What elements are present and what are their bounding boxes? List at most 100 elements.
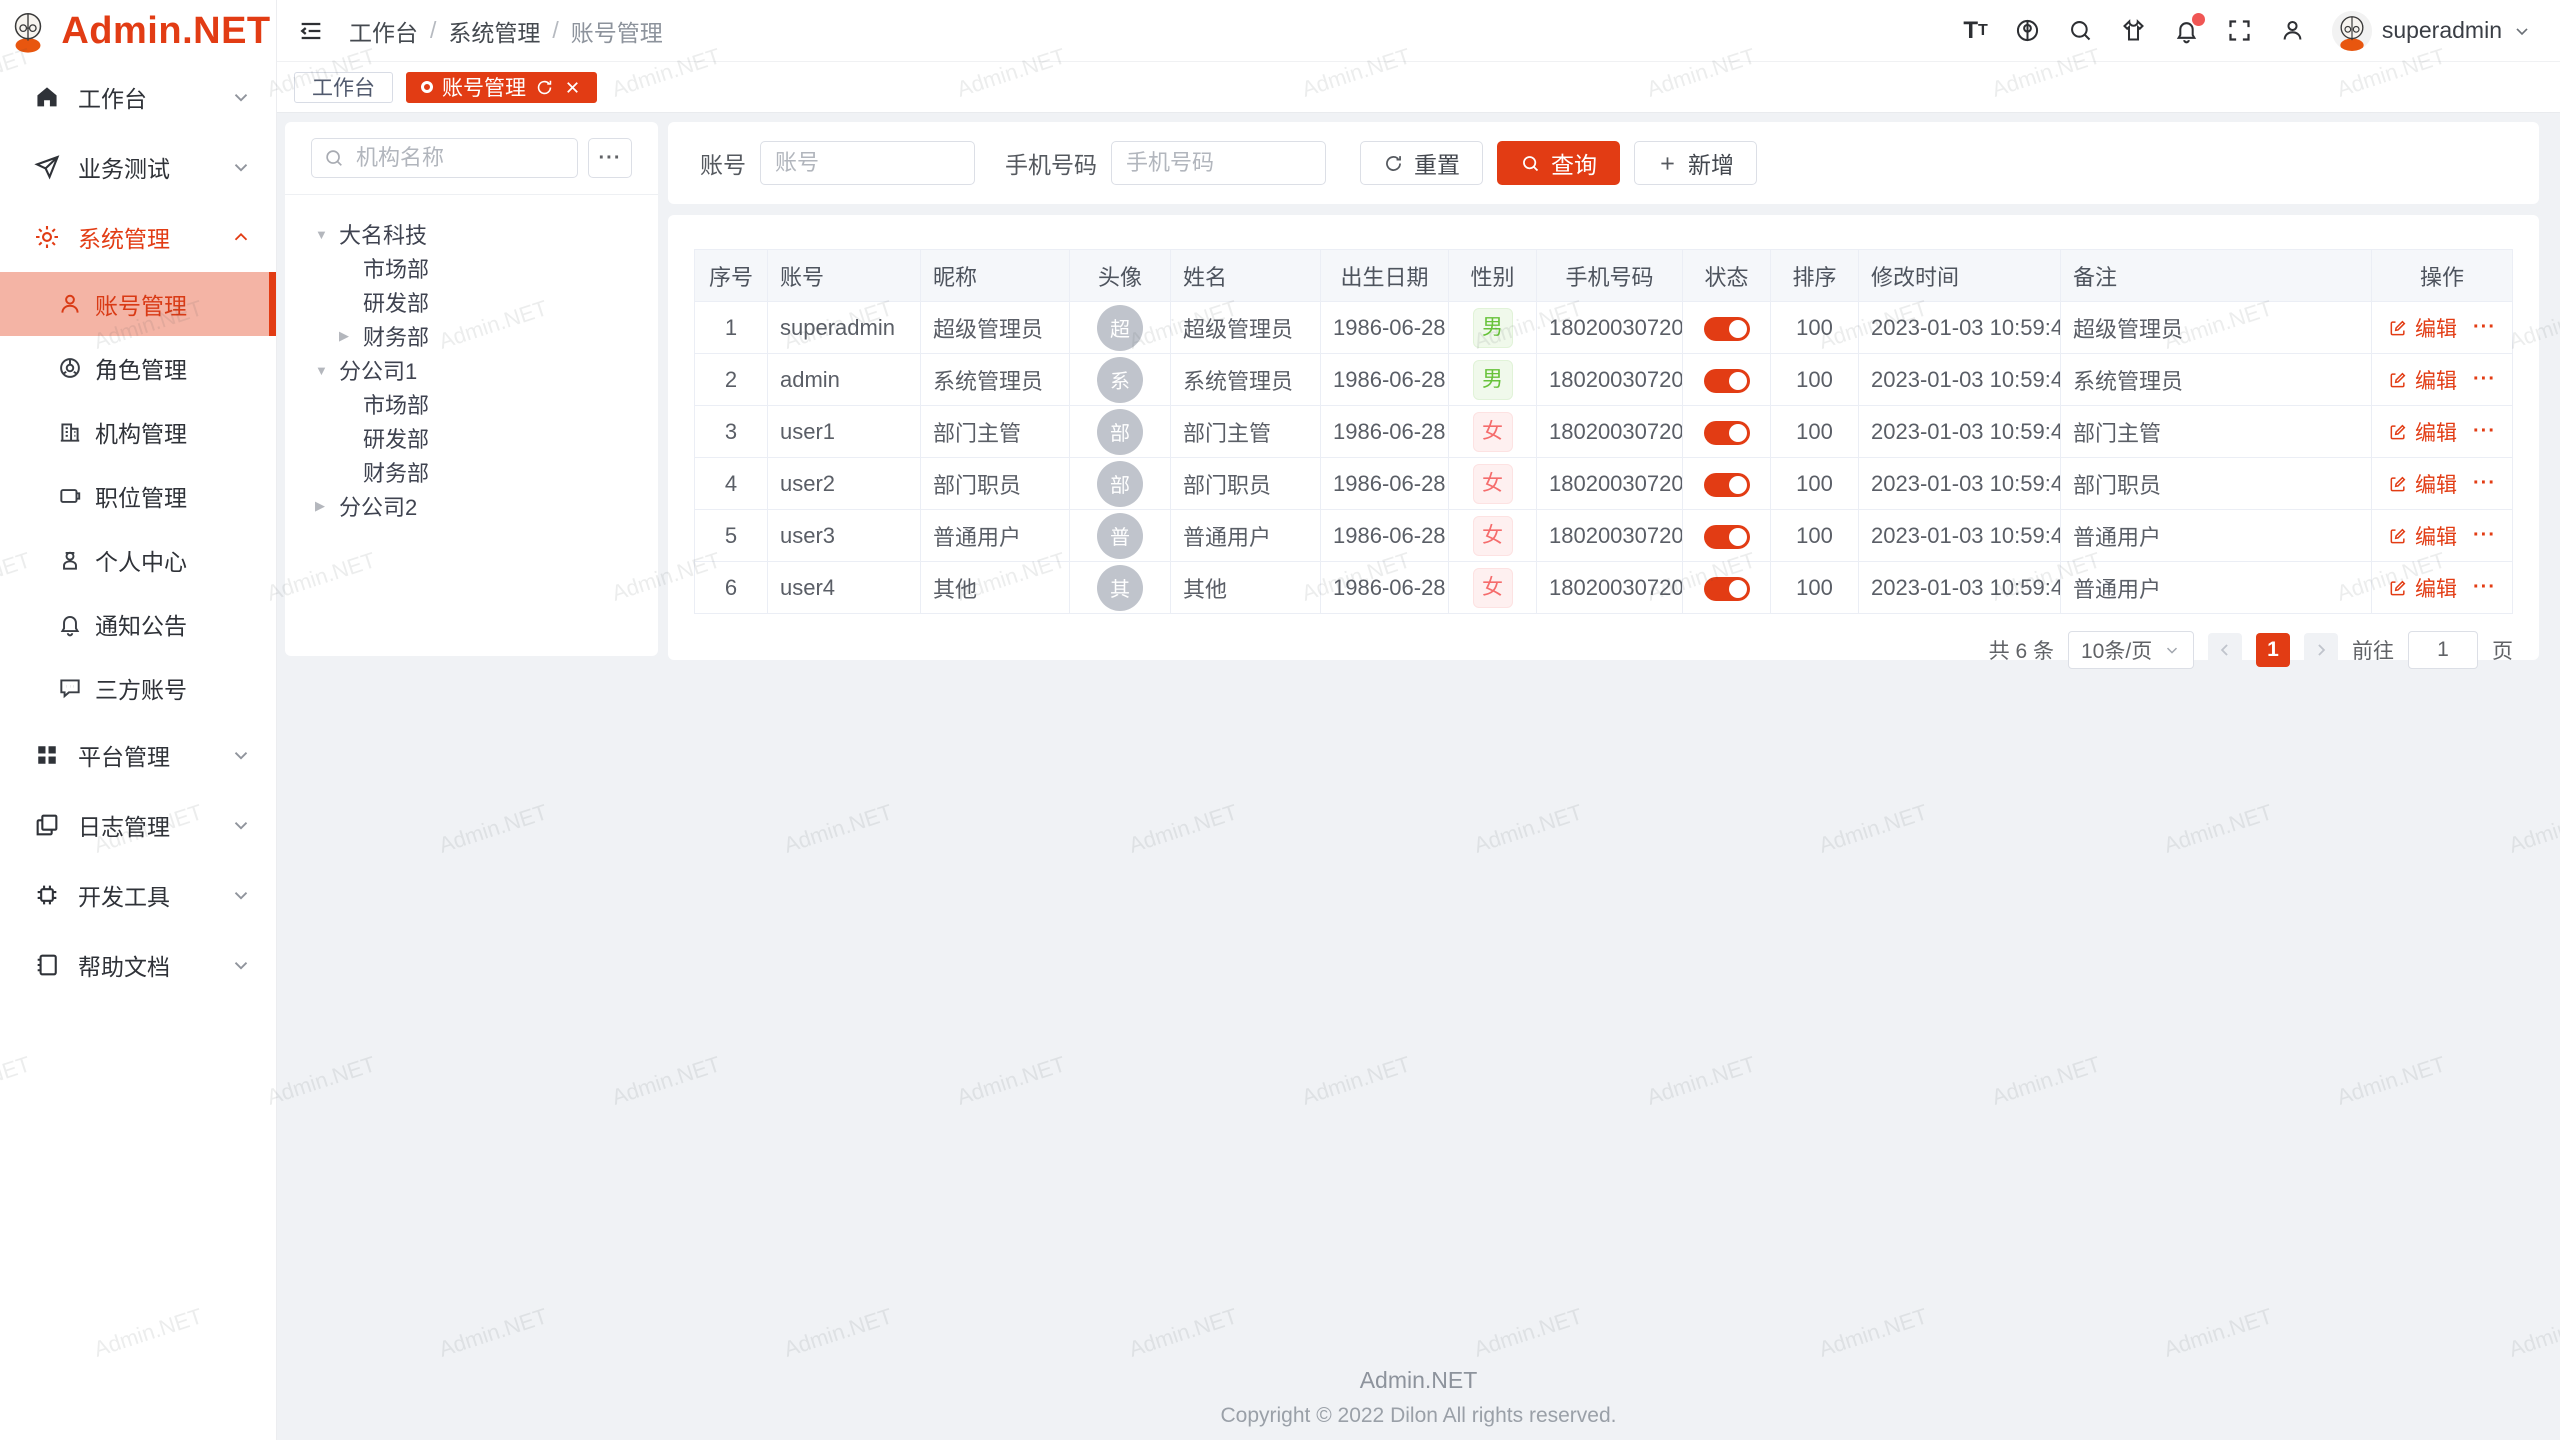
caret-right-icon[interactable] xyxy=(315,498,339,514)
reset-button[interactable]: 重置 xyxy=(1360,141,1483,185)
sidebar-item-notice[interactable]: 通知公告 xyxy=(0,592,276,656)
edit-button[interactable]: 编辑 xyxy=(2388,469,2457,499)
edit-button[interactable]: 编辑 xyxy=(2388,521,2457,551)
sidebar-item-personal-center[interactable]: 个人中心 xyxy=(0,528,276,592)
fullscreen-icon[interactable] xyxy=(2226,17,2253,44)
sidebar-item-logs[interactable]: 日志管理 xyxy=(0,790,276,860)
search-icon[interactable] xyxy=(2067,17,2094,44)
org-search-input[interactable] xyxy=(311,138,578,178)
status-toggle[interactable] xyxy=(1704,525,1750,549)
notification-bell-icon[interactable] xyxy=(2173,17,2200,44)
tree-node[interactable]: 分公司2 xyxy=(285,489,658,523)
caret-down-icon[interactable] xyxy=(315,227,339,242)
sidebar-item-account-mgmt[interactable]: 账号管理 xyxy=(0,272,276,336)
collapse-menu-icon[interactable] xyxy=(297,17,325,45)
sidebar-item-position-mgmt[interactable]: 职位管理 xyxy=(0,464,276,528)
font-size-icon[interactable]: TT xyxy=(1963,19,1987,43)
edit-button[interactable]: 编辑 xyxy=(2388,365,2457,395)
row-more-button[interactable]: ··· xyxy=(2473,472,2496,494)
language-icon[interactable] xyxy=(2014,17,2041,44)
col-name: 姓名 xyxy=(1171,250,1321,302)
status-toggle[interactable] xyxy=(1704,317,1750,341)
refresh-icon xyxy=(1383,153,1404,174)
page-unit-label: 页 xyxy=(2492,635,2513,665)
page-size-select[interactable]: 10条/页 xyxy=(2068,631,2194,669)
sidebar-item-org-mgmt[interactable]: 机构管理 xyxy=(0,400,276,464)
sidebar-item-third-party[interactable]: 三方账号 xyxy=(0,656,276,720)
tree-node[interactable]: 大名科技 xyxy=(285,217,658,251)
gender-badge: 男 xyxy=(1473,308,1513,348)
org-tree: 大名科技 市场部 研发部 财务部 分公司1 市场部 研发部 财务部 分公司2 xyxy=(285,217,658,523)
breadcrumb-item[interactable]: 工作台 xyxy=(349,14,418,48)
tree-node[interactable]: 市场部 xyxy=(285,251,658,285)
sidebar-item-label: 平台管理 xyxy=(78,738,170,772)
avatar: 部 xyxy=(1097,461,1143,507)
page-footer: Admin.NET Copyright © 2022 Dilon All rig… xyxy=(277,1367,2560,1428)
tree-node[interactable]: 财务部 xyxy=(285,319,658,353)
tree-node[interactable]: 市场部 xyxy=(285,387,658,421)
phone-label: 手机号码 xyxy=(1005,146,1097,180)
col-avatar: 头像 xyxy=(1070,250,1171,302)
table-row: 3 user1 部门主管 部 部门主管 1986-06-28 女 1802003… xyxy=(695,406,2513,458)
close-icon[interactable] xyxy=(563,78,582,97)
chevron-down-icon xyxy=(230,86,252,108)
tree-node[interactable]: 财务部 xyxy=(285,455,658,489)
profile-icon[interactable] xyxy=(2279,17,2306,44)
sidebar-item-system[interactable]: 系统管理 xyxy=(0,202,276,272)
sidebar-item-devtools[interactable]: 开发工具 xyxy=(0,860,276,930)
row-more-button[interactable]: ··· xyxy=(2473,316,2496,338)
goto-label: 前往 xyxy=(2352,635,2394,665)
row-more-button[interactable]: ··· xyxy=(2473,420,2496,442)
status-toggle[interactable] xyxy=(1704,421,1750,445)
page-number-current[interactable]: 1 xyxy=(2256,633,2290,667)
pagination-total: 共 6 条 xyxy=(1989,635,2054,665)
tree-node[interactable]: 研发部 xyxy=(285,285,658,319)
sidebar-item-help-docs[interactable]: 帮助文档 xyxy=(0,930,276,1000)
status-toggle[interactable] xyxy=(1704,577,1750,601)
sidebar-item-role-mgmt[interactable]: 角色管理 xyxy=(0,336,276,400)
documents-icon xyxy=(33,811,61,839)
caret-right-icon[interactable] xyxy=(339,328,363,344)
divider xyxy=(285,194,658,195)
next-page-button[interactable] xyxy=(2304,633,2338,667)
logo-mascot-icon xyxy=(5,8,51,54)
logo[interactable]: Admin.NET xyxy=(0,0,276,62)
add-button[interactable]: 新增 xyxy=(1634,141,1757,185)
status-toggle[interactable] xyxy=(1704,369,1750,393)
chevron-down-icon xyxy=(230,156,252,178)
send-icon xyxy=(33,153,61,181)
col-modified: 修改时间 xyxy=(1859,250,2061,302)
tree-node[interactable]: 分公司1 xyxy=(285,353,658,387)
edit-button[interactable]: 编辑 xyxy=(2388,313,2457,343)
theme-shirt-icon[interactable] xyxy=(2120,17,2147,44)
user-menu[interactable]: superadmin xyxy=(2332,11,2532,51)
tab-account-mgmt[interactable]: 账号管理 xyxy=(406,72,597,103)
phone-input[interactable] xyxy=(1111,141,1326,185)
breadcrumb-item[interactable]: 系统管理 xyxy=(448,14,540,48)
status-toggle[interactable] xyxy=(1704,473,1750,497)
sidebar-item-label: 机构管理 xyxy=(95,415,187,449)
sidebar-item-label: 职位管理 xyxy=(95,479,187,513)
avatar: 其 xyxy=(1097,565,1143,611)
tree-node[interactable]: 研发部 xyxy=(285,421,658,455)
sidebar-item-platform[interactable]: 平台管理 xyxy=(0,720,276,790)
tab-workbench[interactable]: 工作台 xyxy=(294,72,393,103)
edit-button[interactable]: 编辑 xyxy=(2388,573,2457,603)
refresh-icon[interactable] xyxy=(535,78,554,97)
edit-button[interactable]: 编辑 xyxy=(2388,417,2457,447)
breadcrumb-separator: / xyxy=(552,17,558,44)
sidebar-item-business-test[interactable]: 业务测试 xyxy=(0,132,276,202)
caret-down-icon[interactable] xyxy=(315,363,339,378)
prev-page-button[interactable] xyxy=(2208,633,2242,667)
account-input[interactable] xyxy=(760,141,975,185)
search-icon xyxy=(1520,153,1541,174)
table-row: 6 user4 其他 其 其他 1986-06-28 女 18020030720… xyxy=(695,562,2513,614)
search-button[interactable]: 查询 xyxy=(1497,141,1620,185)
avatar: 超 xyxy=(1097,305,1143,351)
sidebar-item-workbench[interactable]: 工作台 xyxy=(0,62,276,132)
org-more-button[interactable]: ··· xyxy=(588,138,632,178)
row-more-button[interactable]: ··· xyxy=(2473,368,2496,390)
row-more-button[interactable]: ··· xyxy=(2473,576,2496,598)
goto-page-input[interactable] xyxy=(2408,631,2478,669)
row-more-button[interactable]: ··· xyxy=(2473,524,2496,546)
